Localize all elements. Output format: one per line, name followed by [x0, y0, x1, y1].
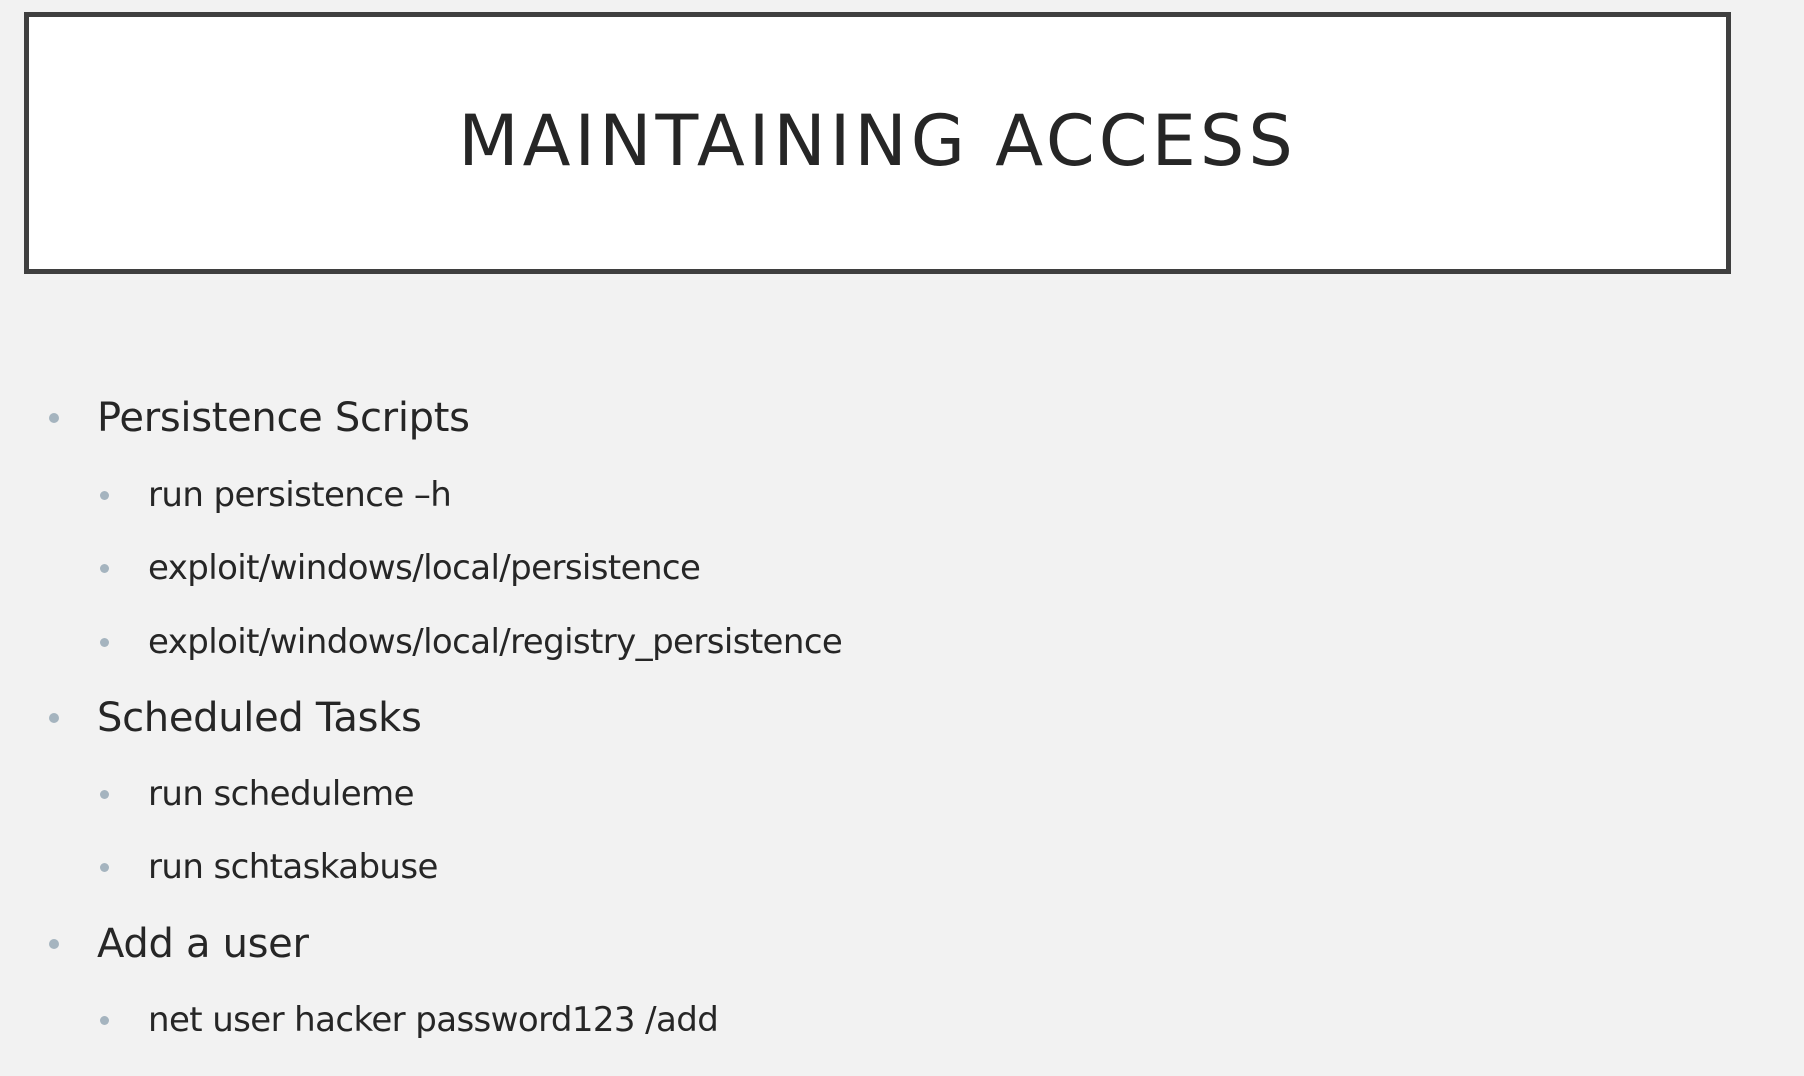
bullet-dot-icon — [100, 789, 109, 799]
bullet-dot-icon — [49, 413, 59, 423]
bullet-list: Persistence Scripts run persistence –h e… — [0, 0, 1804, 1076]
bullet-label: Persistence Scripts — [97, 395, 470, 441]
bullet-dot-icon — [100, 862, 109, 872]
bullet-label: Add a user — [97, 921, 309, 967]
subitem-label: exploit/windows/local/registry_persisten… — [148, 622, 843, 662]
bullet-dot-icon — [49, 713, 59, 723]
bullet-label: Scheduled Tasks — [97, 695, 422, 741]
bullet-dot-icon — [49, 939, 59, 949]
subitem-label: run scheduleme — [148, 774, 415, 814]
bullet-dot-icon — [100, 1015, 109, 1025]
bullet-dot-icon — [100, 637, 109, 647]
bullet-dot-icon — [100, 490, 109, 500]
subitem-label: run persistence –h — [148, 475, 452, 515]
subitem-label: run schtaskabuse — [148, 847, 438, 887]
subitem-label: exploit/windows/local/persistence — [148, 548, 701, 588]
slide: { "slide": { "title": "MAINTAINING ACCES… — [0, 0, 1804, 1076]
subitem-label: net user hacker password123 /add — [148, 1000, 719, 1040]
bullet-dot-icon — [100, 563, 109, 573]
